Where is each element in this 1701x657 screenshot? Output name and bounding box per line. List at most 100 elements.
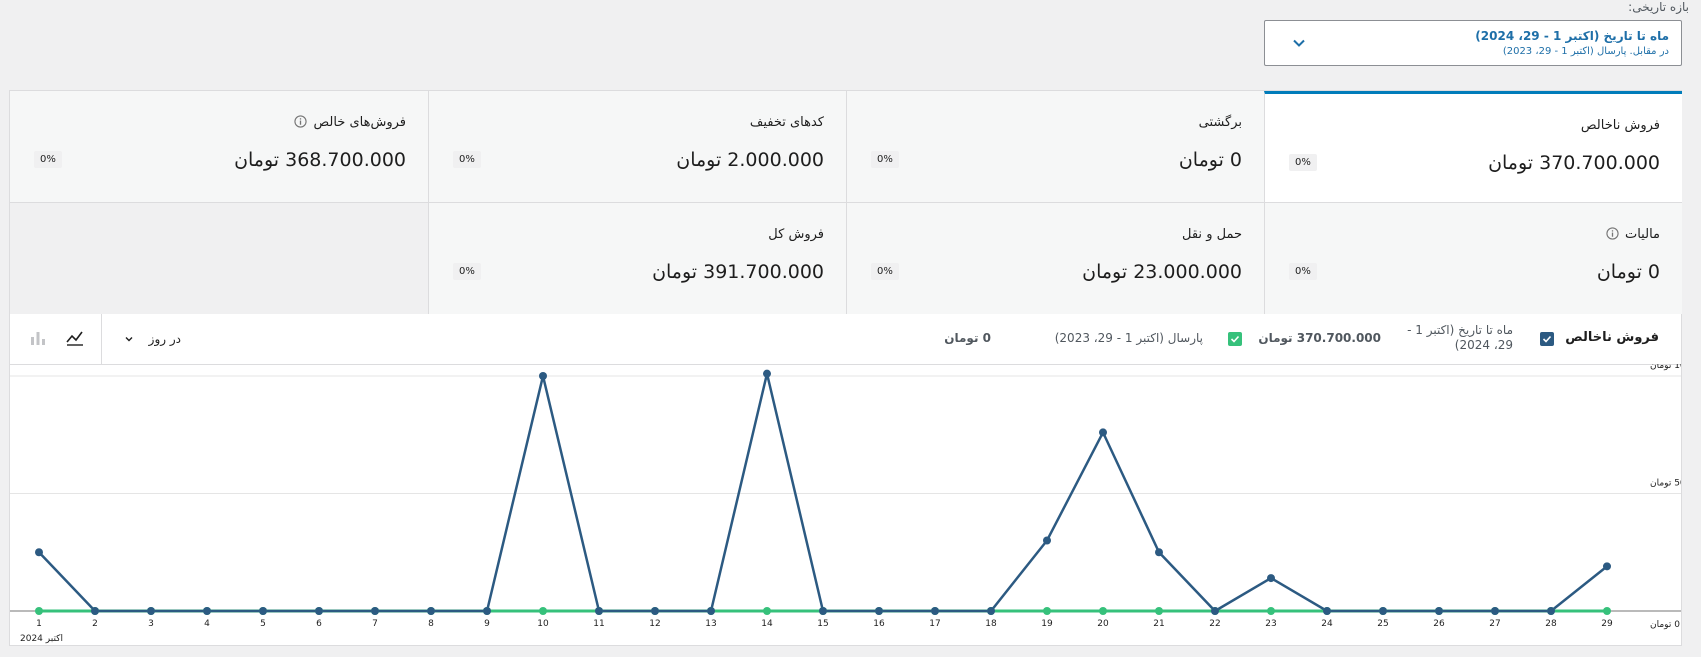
data-point xyxy=(1267,607,1275,615)
tile-label: کدهای تخفیف xyxy=(749,115,824,130)
tile-value: 0 تومان xyxy=(1178,149,1242,171)
tile-taxes[interactable]: مالیات 0 تومان 0% xyxy=(1264,203,1682,315)
tile-delta: 0% xyxy=(34,151,62,168)
x-tick-label: 1 xyxy=(36,619,42,629)
x-tick-label: 23 xyxy=(1265,619,1276,629)
x-tick-label: 18 xyxy=(985,619,997,629)
interval-label: در روز xyxy=(148,332,181,346)
x-tick-label: 27 xyxy=(1489,619,1500,629)
data-point xyxy=(91,607,99,615)
info-icon[interactable] xyxy=(294,115,308,132)
chevron-down-icon xyxy=(1293,39,1305,47)
x-tick-label: 6 xyxy=(316,619,322,629)
data-point xyxy=(259,607,267,615)
data-point xyxy=(651,607,659,615)
x-tick-label: 7 xyxy=(372,619,378,629)
data-point xyxy=(819,607,827,615)
data-point xyxy=(931,607,939,615)
x-tick-label: 15 xyxy=(817,619,828,629)
x-sublabel: اکتبر 2024 xyxy=(20,634,63,644)
data-point xyxy=(1603,607,1611,615)
check-icon xyxy=(1542,335,1552,343)
check-icon xyxy=(1230,335,1240,343)
data-point xyxy=(1547,607,1555,615)
interval-select[interactable]: در روز xyxy=(101,314,201,364)
tile-value: 368.700.000 تومان xyxy=(234,149,406,171)
legend-checkbox-previous[interactable] xyxy=(1228,332,1242,346)
x-tick-label: 14 xyxy=(761,619,773,629)
tile-coupons[interactable]: کدهای تخفیف 2.000.000 تومان 0% xyxy=(428,91,846,203)
x-tick-label: 19 xyxy=(1041,619,1053,629)
data-point xyxy=(35,607,43,615)
x-tick-label: 3 xyxy=(148,619,154,629)
tile-shipping[interactable]: حمل و نقل 23.000.000 تومان 0% xyxy=(846,203,1264,315)
data-point xyxy=(371,607,379,615)
tile-value: 23.000.000 تومان xyxy=(1082,261,1242,283)
data-point xyxy=(1603,562,1611,571)
legend-name-current: ماه تا تاریخ (اکتبر 1 - 29، 2024) xyxy=(1407,323,1513,352)
tile-delta: 0% xyxy=(1289,154,1317,171)
bar-chart-icon[interactable] xyxy=(28,328,48,348)
tile-gross-sales[interactable]: فروش ناخالص 370.700.000 تومان 0% xyxy=(1264,91,1682,203)
data-point xyxy=(1323,607,1331,615)
x-tick-label: 16 xyxy=(873,619,885,629)
data-point xyxy=(203,607,211,615)
tile-value: 370.700.000 تومان xyxy=(1488,152,1660,174)
data-point xyxy=(1491,607,1499,615)
data-point xyxy=(875,607,883,615)
date-range-secondary: در مقابل. پارسال (اکتبر 1 - 29، 2023) xyxy=(1502,46,1669,57)
line-chart: 0 تومان50M تومان100M تومان12345678910111… xyxy=(10,364,1681,644)
data-point xyxy=(763,369,771,378)
series-line xyxy=(38,373,1608,613)
tile-net-sales[interactable]: فروش‌های خالص 368.700.000 تومان 0% xyxy=(10,91,428,203)
tile-label: فروش کل xyxy=(768,227,824,242)
date-range-picker[interactable]: ماه تا تاریخ (اکتبر 1 - 29، 2024) در مقا… xyxy=(1264,20,1682,66)
x-tick-label: 22 xyxy=(1209,619,1220,629)
data-point xyxy=(1099,428,1107,437)
legend-total-current: 370.700.000 تومان xyxy=(1258,331,1381,345)
data-point xyxy=(595,607,603,615)
chart-title: فروش ناخالص xyxy=(1565,330,1659,345)
legend-name-previous: پارسال (اکتبر 1 - 29، 2023) xyxy=(1054,331,1203,345)
x-tick-label: 20 xyxy=(1097,619,1109,629)
data-point xyxy=(1043,607,1051,615)
legend-total-previous: 0 تومان xyxy=(944,331,991,345)
line-chart-icon[interactable] xyxy=(65,328,85,348)
tile-label: حمل و نقل xyxy=(1182,227,1242,242)
tile-value: 0 تومان xyxy=(1596,261,1660,283)
x-tick-label: 12 xyxy=(649,619,660,629)
data-point xyxy=(1211,607,1219,615)
tile-delta: 0% xyxy=(1289,263,1317,280)
date-range-primary: ماه تا تاریخ (اکتبر 1 - 29، 2024) xyxy=(1475,29,1669,43)
tile-label: مالیات xyxy=(1606,227,1660,244)
tile-returns[interactable]: برگشتی 0 تومان 0% xyxy=(846,91,1264,203)
data-point xyxy=(1099,607,1107,615)
data-point xyxy=(539,607,547,615)
data-point xyxy=(147,607,155,615)
data-point xyxy=(1379,607,1387,615)
data-point xyxy=(1155,548,1163,557)
data-point xyxy=(987,607,995,615)
data-point xyxy=(1267,574,1275,583)
chart-header: فروش ناخالص ماه تا تاریخ (اکتبر 1 - 29، … xyxy=(10,314,1681,365)
x-tick-label: 17 xyxy=(929,619,940,629)
x-tick-label: 8 xyxy=(428,619,434,629)
tile-label: فروش‌های خالص xyxy=(294,115,406,132)
legend-checkbox-current[interactable] xyxy=(1540,332,1554,346)
tile-total-sales[interactable]: فروش کل 391.700.000 تومان 0% xyxy=(428,203,846,315)
tile-delta: 0% xyxy=(871,263,899,280)
data-point xyxy=(427,607,435,615)
chevron-down-icon xyxy=(125,337,133,342)
tile-delta: 0% xyxy=(871,151,899,168)
x-tick-label: 11 xyxy=(593,619,604,629)
tile-label: فروش ناخالص xyxy=(1580,118,1660,133)
x-tick-label: 24 xyxy=(1321,619,1333,629)
info-icon[interactable] xyxy=(1606,227,1619,244)
tile-delta: 0% xyxy=(453,151,481,168)
data-point xyxy=(35,548,43,557)
x-tick-label: 2 xyxy=(92,619,98,629)
date-range-label: بازه تاریخی: xyxy=(1628,0,1689,14)
y-tick-label: 0 تومان xyxy=(1650,620,1680,630)
x-tick-label: 13 xyxy=(705,619,716,629)
x-tick-label: 25 xyxy=(1377,619,1388,629)
